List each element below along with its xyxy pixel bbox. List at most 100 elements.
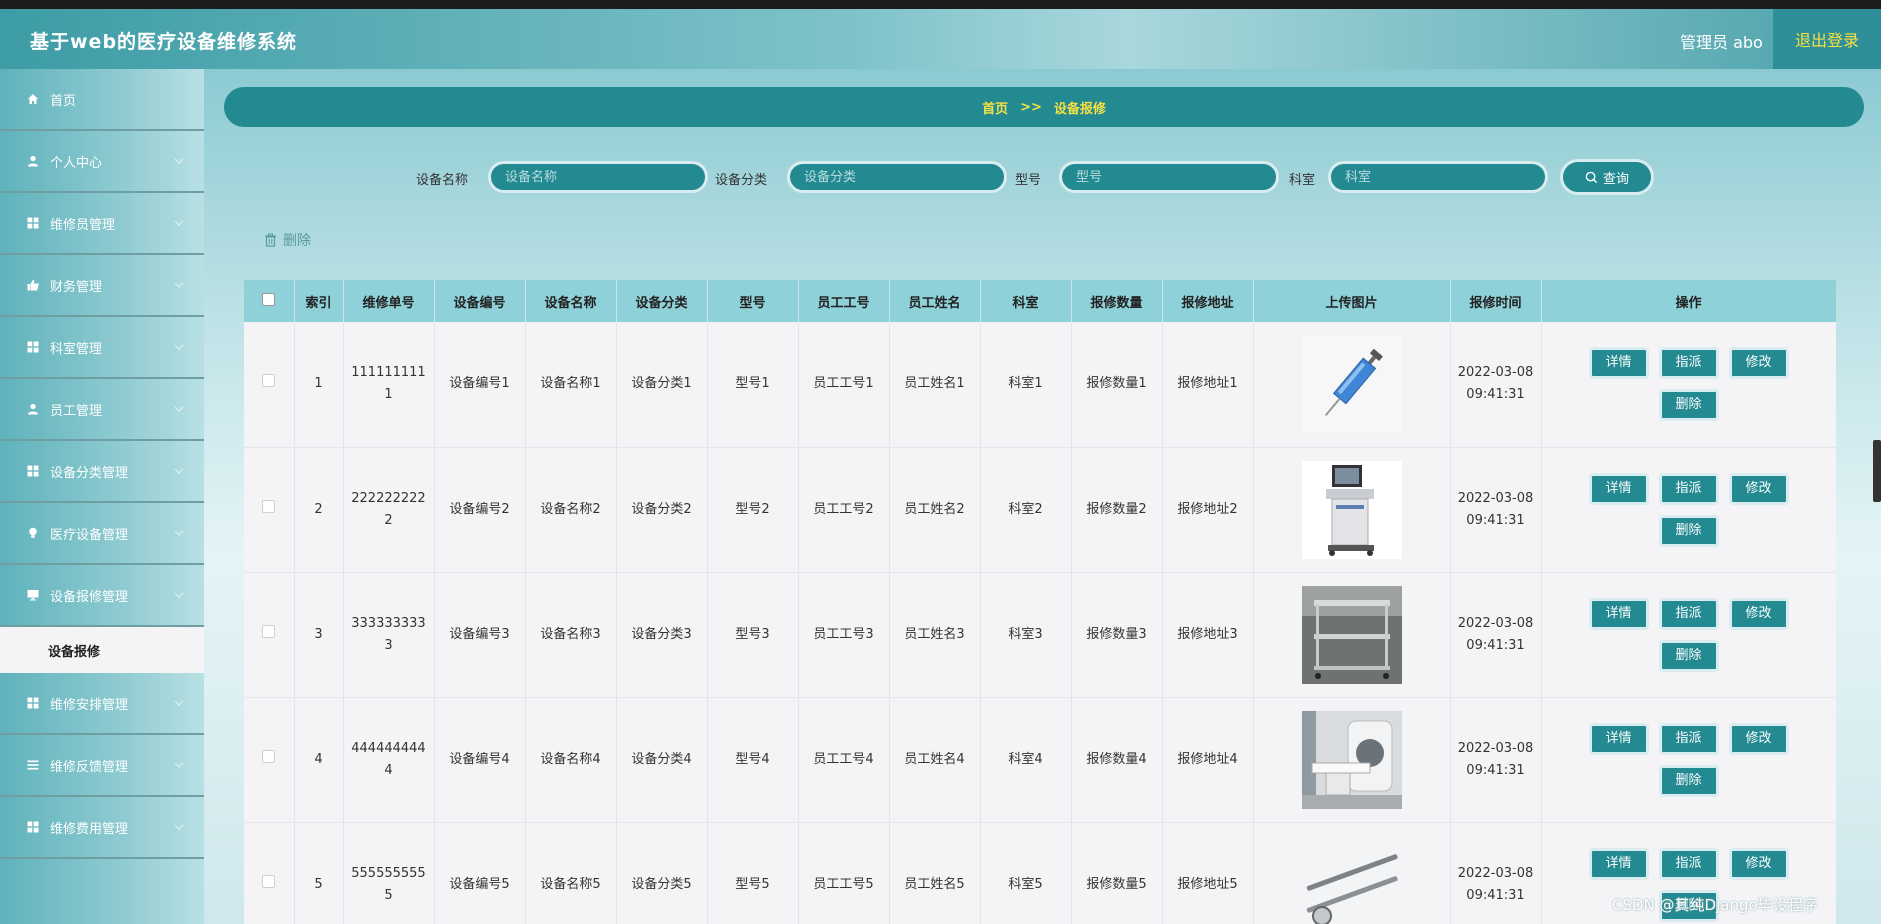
cell-name: 设备名称1 xyxy=(525,322,617,448)
cell-emp_name: 员工姓名4 xyxy=(889,697,981,823)
detail-button[interactable]: 详情 xyxy=(1588,597,1649,630)
cell-qty: 报修数量5 xyxy=(1071,822,1163,924)
edit-button[interactable]: 修改 xyxy=(1728,597,1789,630)
sidebar-item[interactable]: 个人中心 xyxy=(0,131,204,193)
sidebar-item-label: 科室管理 xyxy=(50,341,103,357)
assign-button[interactable]: 指派 xyxy=(1658,597,1719,630)
cell-time: 2022-03-08 09:41:31 xyxy=(1450,822,1542,924)
edit-button[interactable]: 修改 xyxy=(1728,847,1789,880)
table-row: 1 1111111111 设备编号1 设备名称1 设备分类1 型号1 员工工号1 员工姓名1 科… xyxy=(244,322,1836,448)
detail-button[interactable]: 详情 xyxy=(1588,347,1649,380)
scrollbar-thumb[interactable] xyxy=(1873,440,1881,502)
column-header: 员工姓名 xyxy=(889,280,981,322)
row-checkbox[interactable] xyxy=(262,374,276,388)
cell-addr: 报修地址2 xyxy=(1162,447,1254,573)
logout-button[interactable]: 退出登录 xyxy=(1773,9,1881,69)
delete-button[interactable]: 删除 xyxy=(1658,514,1719,547)
edit-button[interactable]: 修改 xyxy=(1728,722,1789,755)
search-input-category[interactable] xyxy=(787,161,1007,193)
delete-button[interactable]: 删除 xyxy=(1658,639,1719,672)
sidebar-item-label: 维修安排管理 xyxy=(50,697,129,713)
column-header: 上传图片 xyxy=(1253,280,1451,322)
select-all-checkbox[interactable] xyxy=(262,292,276,306)
sidebar-item[interactable]: 维修安排管理 xyxy=(0,673,204,735)
delete-button[interactable]: 删除 xyxy=(1658,389,1719,422)
sidebar-item-label: 个人中心 xyxy=(50,155,103,171)
cell-dept: 科室2 xyxy=(980,447,1072,573)
grid-icon xyxy=(26,464,40,478)
breadcrumb-separator: >> xyxy=(1020,99,1042,115)
sidebar-item[interactable]: 维修反馈管理 xyxy=(0,735,204,797)
sidebar-item-label: 设备分类管理 xyxy=(50,465,129,481)
row-checkbox[interactable] xyxy=(262,624,276,638)
search-label-dept: 科室 xyxy=(1289,173,1316,188)
row-select-cell xyxy=(244,697,295,823)
search-input-name[interactable] xyxy=(488,161,708,193)
sidebar-item[interactable]: 财务管理 xyxy=(0,255,204,317)
edit-button[interactable]: 修改 xyxy=(1728,347,1789,380)
batch-delete-button[interactable]: 删除 xyxy=(264,230,311,250)
sidebar-item[interactable]: 维修员管理 xyxy=(0,193,204,255)
trash-icon xyxy=(265,233,276,247)
detail-button[interactable]: 详情 xyxy=(1588,472,1649,505)
cell-code: 设备编号5 xyxy=(434,822,526,924)
row-checkbox[interactable] xyxy=(262,749,276,763)
cell-time: 2022-03-08 09:41:31 xyxy=(1450,572,1542,698)
search-input-dept[interactable] xyxy=(1328,161,1548,193)
header-select-all[interactable] xyxy=(244,280,295,322)
sidebar-item[interactable]: 维修费用管理 xyxy=(0,797,204,859)
detail-button[interactable]: 详情 xyxy=(1588,847,1649,880)
sidebar-item[interactable]: 医疗设备管理 xyxy=(0,503,204,565)
cell-code: 设备编号3 xyxy=(434,572,526,698)
assign-button[interactable]: 指派 xyxy=(1658,472,1719,505)
table-header-row: 索引 维修单号 设备编号 设备名称 设备分类 型号 员工工号 员工姓名 科室 报修数量 报修地址 上传… xyxy=(244,280,1836,322)
row-select-cell xyxy=(244,572,295,698)
assign-button[interactable]: 指派 xyxy=(1658,347,1719,380)
cell-dept: 科室4 xyxy=(980,697,1072,823)
grid-icon xyxy=(26,340,40,354)
delete-button[interactable]: 删除 xyxy=(1658,764,1719,797)
sidebar-item[interactable]: 科室管理 xyxy=(0,317,204,379)
sidebar-subitem-repair[interactable]: 设备报修 xyxy=(0,627,204,673)
row-select-cell xyxy=(244,447,295,573)
cell-emp_id: 员工工号1 xyxy=(798,322,890,448)
sidebar-item-label: 财务管理 xyxy=(50,279,103,295)
sidebar-item[interactable]: 设备报修管理 xyxy=(0,565,204,627)
equipment-photo-ct-scanner xyxy=(1260,710,1444,809)
cell-code: 设备编号2 xyxy=(434,447,526,573)
breadcrumb-home[interactable]: 首页 xyxy=(982,98,1008,117)
sidebar-item[interactable]: 员工管理 xyxy=(0,379,204,441)
row-checkbox[interactable] xyxy=(262,499,276,513)
cell-image xyxy=(1253,822,1451,924)
assign-button[interactable]: 指派 xyxy=(1658,722,1719,755)
row-checkbox[interactable] xyxy=(262,874,276,888)
cell-index: 2 xyxy=(294,447,344,573)
breadcrumb: 首页 >> 设备报修 xyxy=(224,87,1864,127)
cell-qty: 报修数量1 xyxy=(1071,322,1163,448)
grid-icon xyxy=(26,216,40,230)
sidebar-item[interactable]: 设备分类管理 xyxy=(0,441,204,503)
cell-index: 5 xyxy=(294,822,344,924)
cell-name: 设备名称2 xyxy=(525,447,617,573)
edit-button[interactable]: 修改 xyxy=(1728,472,1789,505)
cell-model: 型号4 xyxy=(707,697,799,823)
sidebar-item-label: 首页 xyxy=(50,93,77,109)
user-icon xyxy=(26,154,40,168)
sidebar-item[interactable]: 首页 xyxy=(0,69,204,131)
cell-qty: 报修数量2 xyxy=(1071,447,1163,573)
search-input-model[interactable] xyxy=(1059,161,1279,193)
main-content: 首页 >> 设备报修 设备名称 设备分类 型号 科室 查询 删除 索引维修单号设… xyxy=(204,69,1881,924)
chevron-down-icon xyxy=(174,153,184,167)
cell-actions: 详情 指派 修改 删除 xyxy=(1541,572,1836,698)
assign-button[interactable]: 指派 xyxy=(1658,847,1719,880)
search-button[interactable]: 查询 xyxy=(1560,159,1654,195)
search-label-category: 设备分类 xyxy=(715,173,768,188)
cell-actions: 详情 指派 修改 删除 xyxy=(1541,322,1836,448)
search-button-label: 查询 xyxy=(1602,171,1629,187)
row-select-cell xyxy=(244,322,295,448)
column-header: 设备名称 xyxy=(525,280,617,322)
detail-button[interactable]: 详情 xyxy=(1588,722,1649,755)
sidebar-item-label: 医疗设备管理 xyxy=(50,527,129,543)
cell-index: 3 xyxy=(294,572,344,698)
cell-emp_name: 员工姓名1 xyxy=(889,322,981,448)
